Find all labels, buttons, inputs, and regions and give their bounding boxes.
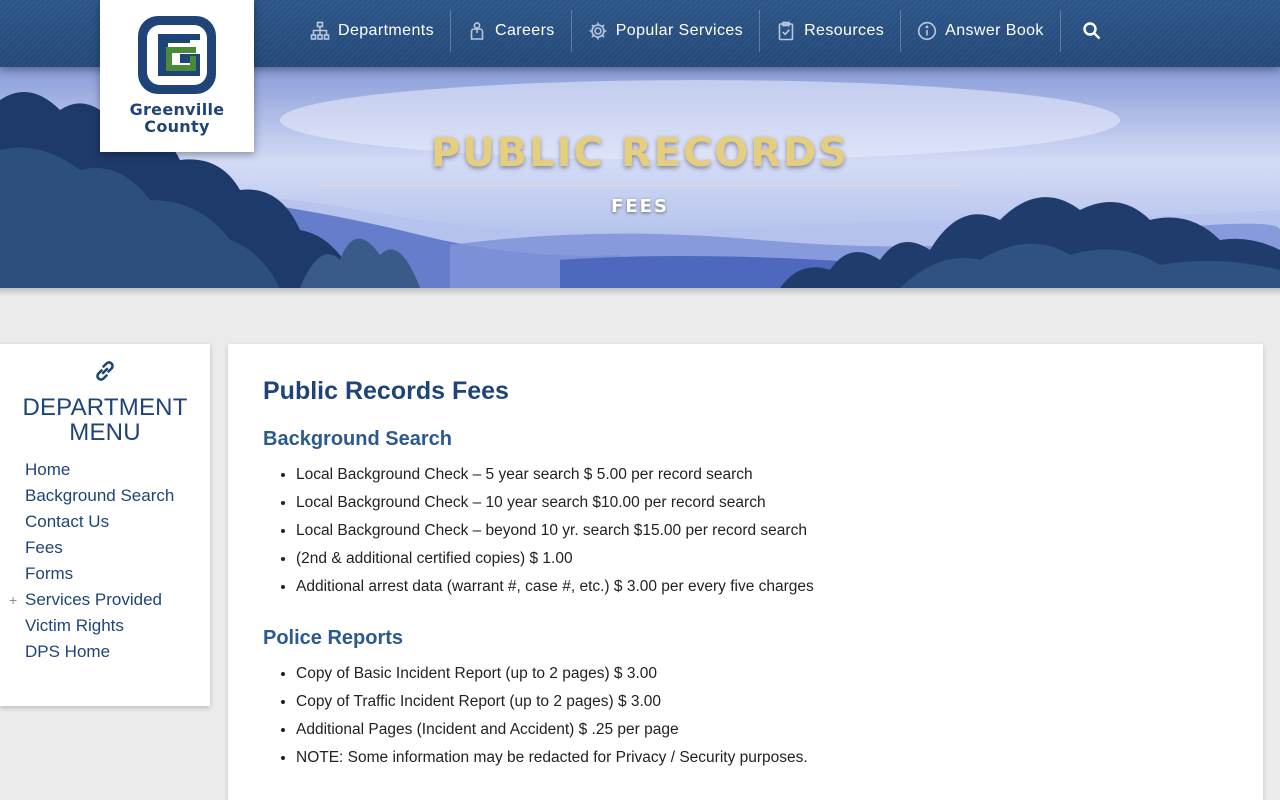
sidebar-item-home[interactable]: Home <box>25 459 174 485</box>
nav-resources[interactable]: Resources <box>760 10 902 52</box>
sidebar-item-victim-rights[interactable]: Victim Rights <box>25 615 174 641</box>
nav-answer-book-label: Answer Book <box>945 22 1044 39</box>
department-menu: DEPARTMENT MENU Home Background Search C… <box>0 344 210 706</box>
list-item: Local Background Check – 5 year search $… <box>296 464 814 492</box>
search-button[interactable] <box>1061 10 1123 52</box>
nav-popular-services[interactable]: Popular Services <box>572 10 761 52</box>
nav-departments[interactable]: Departments <box>294 10 451 52</box>
department-menu-list: Home Background Search Contact Us Fees F… <box>9 459 174 667</box>
nav-popular-services-label: Popular Services <box>615 22 744 39</box>
list-item: Additional arrest data (warrant #, case … <box>296 576 814 604</box>
sidebar-item-label: Background Search <box>25 486 175 505</box>
list-item: NOTE: Some information may be redacted f… <box>296 747 808 775</box>
logo-text: Greenville County <box>130 101 225 135</box>
police-reports-fee-list: Copy of Basic Incident Report (up to 2 p… <box>296 663 808 775</box>
nav-careers-label: Careers <box>495 22 555 39</box>
list-item: Additional Pages (Incident and Accident)… <box>296 719 808 747</box>
sidebar-item-background-search[interactable]: Background Search <box>25 485 174 511</box>
nav-departments-label: Departments <box>338 22 434 39</box>
department-menu-title: DEPARTMENT MENU <box>0 395 210 445</box>
list-item: Copy of Basic Incident Report (up to 2 p… <box>296 663 808 691</box>
sidebar-item-fees[interactable]: Fees <box>25 537 174 563</box>
sidebar-item-dps-home[interactable]: DPS Home <box>25 641 174 667</box>
hero-shadow <box>0 288 1280 296</box>
info-icon <box>918 21 937 41</box>
list-item: (2nd & additional certified copies) $ 1.… <box>296 548 814 576</box>
list-item: Local Background Check – beyond 10 yr. s… <box>296 520 814 548</box>
list-item: Copy of Traffic Incident Report (up to 2… <box>296 691 808 719</box>
hero-divider <box>322 185 958 186</box>
nav-answer-book[interactable]: Answer Book <box>901 10 1061 52</box>
page-title: Public Records Fees <box>263 377 509 405</box>
sidebar-item-label: Home <box>25 460 71 479</box>
section-heading-police-reports: Police Reports <box>263 627 404 649</box>
logo-line-2: County <box>144 117 210 136</box>
main-content: Public Records Fees Background Search Lo… <box>228 344 1263 800</box>
logo-line-1: Greenville <box>129 100 225 119</box>
sidebar-item-label: Victim Rights <box>25 616 124 635</box>
sidebar-item-forms[interactable]: Forms <box>25 563 174 589</box>
main-nav: Departments Careers Popular Services Res… <box>294 10 1123 52</box>
menu-title-line-2: MENU <box>69 419 141 446</box>
gc-logo-mark <box>138 16 216 94</box>
sidebar-item-label: Forms <box>25 564 74 583</box>
clipboard-check-icon <box>778 21 794 41</box>
nav-careers[interactable]: Careers <box>451 10 572 52</box>
expand-plus-icon[interactable]: + <box>9 589 17 611</box>
nav-resources-label: Resources <box>804 22 885 39</box>
county-logo[interactable]: Greenville County <box>100 0 254 152</box>
sidebar-item-contact-us[interactable]: Contact Us <box>25 511 174 537</box>
menu-title-line-1: DEPARTMENT <box>22 394 188 421</box>
background-search-fee-list: Local Background Check – 5 year search $… <box>296 464 814 604</box>
sidebar-item-label: DPS Home <box>25 642 111 661</box>
hero-subtitle: FEES <box>611 196 669 217</box>
org-chart-icon <box>310 21 330 40</box>
section-heading-background-search: Background Search <box>263 428 452 450</box>
sidebar-item-label: Services Provided <box>25 590 163 609</box>
sidebar-item-label: Fees <box>25 538 63 557</box>
sidebar-item-label: Contact Us <box>25 512 110 531</box>
sidebar-item-services-provided[interactable]: + Services Provided <box>9 589 174 615</box>
list-item: Local Background Check – 10 year search … <box>296 492 814 520</box>
search-icon <box>1083 22 1101 40</box>
briefcase-person-icon <box>470 22 484 40</box>
link-icon <box>92 358 118 384</box>
gear-icon <box>589 22 607 40</box>
